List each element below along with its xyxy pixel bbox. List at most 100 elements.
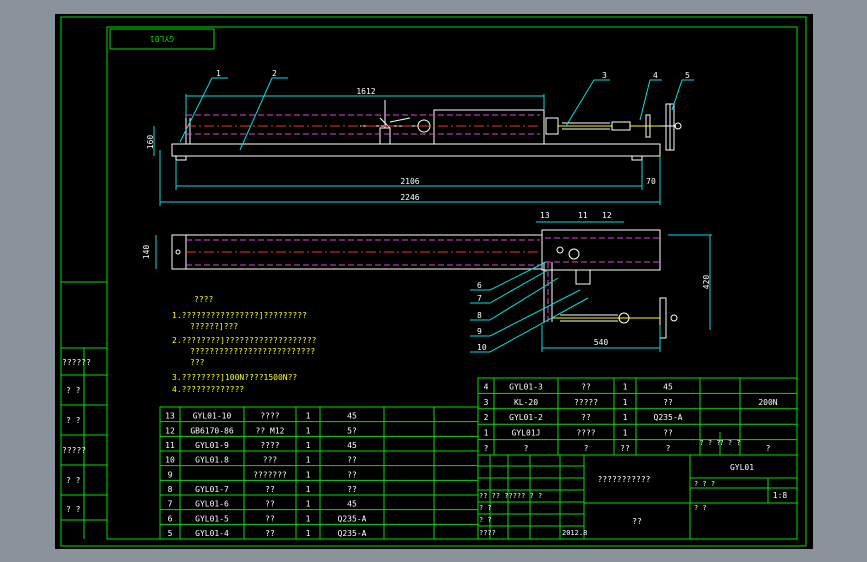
svg-text:??????]???: ??????]???	[190, 322, 238, 331]
left-strip-3: ?????	[62, 446, 86, 455]
bom-right-note: 200N	[758, 398, 777, 407]
svg-text:? ? ?: ? ? ?	[694, 480, 715, 488]
svg-text:140: 140	[142, 245, 151, 260]
left-strip-5: ? ?	[66, 505, 81, 514]
balloon-12: 12	[602, 211, 612, 220]
svg-text:2106: 2106	[400, 177, 419, 186]
balloon-11: 11	[578, 211, 588, 220]
bom-left-qty: 1	[306, 470, 311, 479]
svg-text:???: ???	[190, 358, 205, 367]
svg-text:1.????????????????]?????????: 1.????????????????]?????????	[172, 311, 307, 320]
bom-right-code: GYL01-3	[509, 382, 543, 391]
bom-left-name: ?? M12	[256, 426, 285, 435]
drawing-name: ???????????	[598, 475, 651, 484]
svg-text:3.????????]100N????1500N??: 3.????????]100N????1500N??	[172, 373, 297, 382]
bom-left-no: 7	[168, 500, 173, 509]
bom-right-mat: ??	[663, 398, 673, 407]
bom-header-name: ?	[584, 444, 589, 453]
bom-header-no: ?	[484, 444, 489, 453]
company: ??	[632, 517, 642, 526]
bom-right-qty: 1	[623, 398, 628, 407]
bom-left-mat: 45	[347, 500, 357, 509]
bom-right-qty: 1	[623, 429, 628, 438]
bom-left-mat: ??	[347, 456, 357, 465]
bom-left-qty: 1	[306, 456, 311, 465]
svg-text:????: ????	[479, 529, 496, 537]
bom-header-qty: ??	[620, 444, 630, 453]
bom-right-name: ??	[581, 382, 591, 391]
bom-right-no: 2	[484, 413, 489, 422]
svg-text:??????????????????????????: ??????????????????????????	[190, 347, 315, 356]
bom-left-mat: Q235-A	[338, 529, 367, 538]
bom-header-mass-unit: ? ? ?	[699, 439, 720, 447]
bom-header-code: ?	[524, 444, 529, 453]
svg-text:? ?: ? ?	[479, 504, 492, 512]
bom-right-mat: 45	[663, 382, 673, 391]
bom-left-mat: Q235-A	[338, 514, 367, 523]
bom-right-no: 4	[484, 382, 489, 391]
svg-text:?? ?? ????? ? ?: ?? ?? ????? ? ?	[479, 492, 542, 500]
bom-left-code: GYL01-7	[195, 485, 229, 494]
bom-left-code: GYL01-10	[193, 412, 232, 421]
bom-left-no: 13	[165, 412, 175, 421]
notes-heading: ????	[194, 295, 213, 304]
svg-text:4.?????????????: 4.?????????????	[172, 385, 244, 394]
svg-text:2246: 2246	[400, 193, 419, 202]
bom-left-mat: 5?	[347, 426, 357, 435]
balloon-10: 10	[477, 343, 487, 352]
bom-left-name: ??	[265, 529, 275, 538]
bom-right-qty: 1	[623, 413, 628, 422]
svg-text:2.????????]???????????????????: 2.????????]???????????????????	[172, 336, 317, 345]
bom-left-name: ??	[265, 500, 275, 509]
balloon-8: 8	[477, 311, 482, 320]
balloon-2: 2	[272, 69, 277, 78]
bom-right-no: 1	[484, 429, 489, 438]
bom-left-no: 11	[165, 441, 175, 450]
drawing-code: GYL01	[730, 463, 754, 472]
bom-left-mat: ??	[347, 485, 357, 494]
balloon-13: 13	[540, 211, 550, 220]
bom-left-qty: 1	[306, 529, 311, 538]
left-strip-1: ? ?	[66, 386, 81, 395]
date: 2012.8	[562, 529, 587, 537]
bom-left-code: GYL01-4	[195, 529, 229, 538]
bom-header-mass-total: ? ? ?	[719, 439, 740, 447]
bom-left-name: ??	[265, 514, 275, 523]
bom-right-code: GYL01J	[512, 429, 541, 438]
bom-left-name: ???????	[253, 470, 287, 479]
left-strip-2: ? ?	[66, 416, 81, 425]
bom-right-mat: ??	[663, 429, 673, 438]
svg-text:? ?: ? ?	[479, 516, 492, 524]
scale: 1:8	[773, 491, 788, 500]
bom-left-no: 9	[168, 470, 173, 479]
bom-left-code: GYL01-6	[195, 500, 229, 509]
balloon-3: 3	[602, 71, 607, 80]
bom-left-code: GYL01-9	[195, 441, 229, 450]
svg-text:540: 540	[594, 338, 609, 347]
bom-left-name: ????	[260, 412, 279, 421]
bom-right-name: ?????	[574, 398, 598, 407]
bom-left-no: 6	[168, 514, 173, 523]
balloon-1: 1	[216, 69, 221, 78]
svg-text:? ?: ? ?	[694, 504, 707, 512]
svg-text:420: 420	[702, 275, 711, 290]
balloon-9: 9	[477, 327, 482, 336]
bom-left-no: 10	[165, 456, 175, 465]
bom-left-qty: 1	[306, 514, 311, 523]
bom-left-code: GYL01.8	[195, 456, 229, 465]
bom-left-qty: 1	[306, 485, 311, 494]
bom-header-note: ?	[766, 444, 771, 453]
bom-left-code: GYL01-5	[195, 514, 229, 523]
bom-right-name: ??	[581, 413, 591, 422]
bom-left-code: GB6170-86	[190, 426, 234, 435]
svg-text:160: 160	[146, 135, 155, 150]
bom-left-qty: 1	[306, 500, 311, 509]
svg-text:1612: 1612	[356, 87, 375, 96]
bom-left-qty: 1	[306, 426, 311, 435]
balloon-5: 5	[685, 71, 690, 80]
bom-header-mat: ?	[666, 444, 671, 453]
bom-left-name: ???	[263, 456, 278, 465]
left-strip-0: ??????	[62, 358, 91, 367]
bom-left-name: ??	[265, 485, 275, 494]
bom-right-name: ????	[576, 429, 595, 438]
